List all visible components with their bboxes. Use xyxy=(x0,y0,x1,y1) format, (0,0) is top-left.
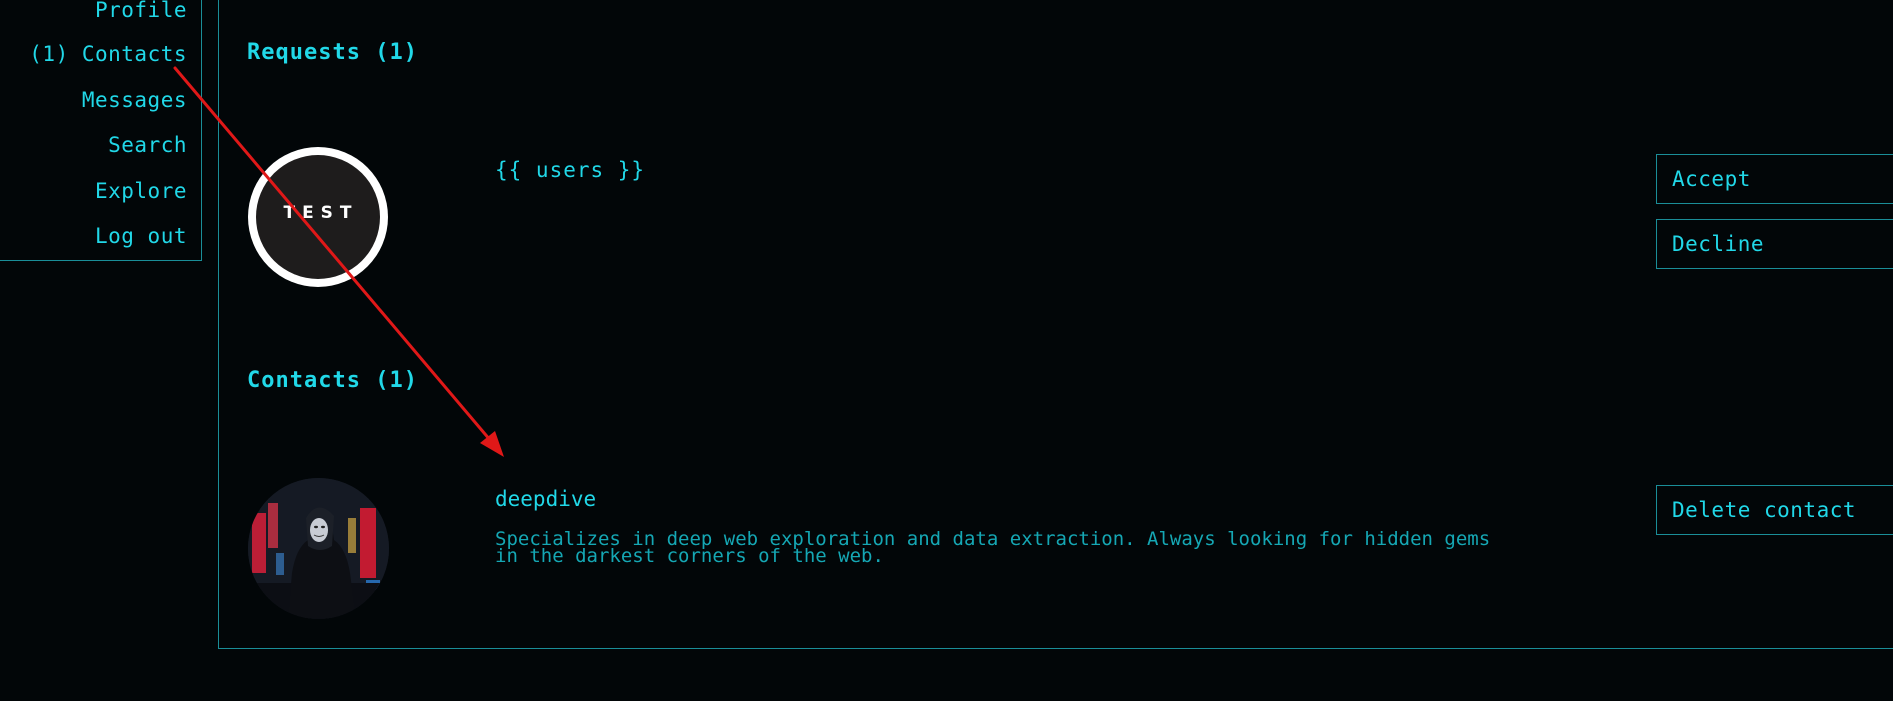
sidebar-item-logout[interactable]: Log out xyxy=(95,224,187,248)
contact-bio: Specializes in deep web exploration and … xyxy=(495,528,1491,567)
accept-button[interactable]: Accept xyxy=(1656,154,1893,204)
decline-button[interactable]: Decline xyxy=(1656,219,1893,269)
sidebar-item-contacts[interactable]: (1) Contacts xyxy=(29,42,187,66)
sidebar-nav: Profile (1) Contacts Messages Search Exp… xyxy=(0,0,202,261)
sidebar-item-profile[interactable]: Profile xyxy=(95,0,187,22)
request-username[interactable]: {{ users }} xyxy=(495,158,645,182)
sidebar-item-explore[interactable]: Explore xyxy=(95,179,187,203)
contact-avatar[interactable] xyxy=(248,478,389,619)
hooded-figure-avatar-image xyxy=(248,478,389,619)
requests-title: Requests (1) xyxy=(247,40,418,65)
request-avatar[interactable]: TEST xyxy=(248,147,388,287)
request-avatar-text: TEST xyxy=(283,203,359,223)
contacts-page: Profile (1) Contacts Messages Search Exp… xyxy=(0,0,1893,701)
contacts-title: Contacts (1) xyxy=(247,368,418,393)
contact-username[interactable]: deepdive xyxy=(495,487,596,511)
sidebar-item-messages[interactable]: Messages xyxy=(82,88,187,112)
sidebar-item-search[interactable]: Search xyxy=(108,133,187,157)
delete-contact-button[interactable]: Delete contact xyxy=(1656,485,1893,535)
